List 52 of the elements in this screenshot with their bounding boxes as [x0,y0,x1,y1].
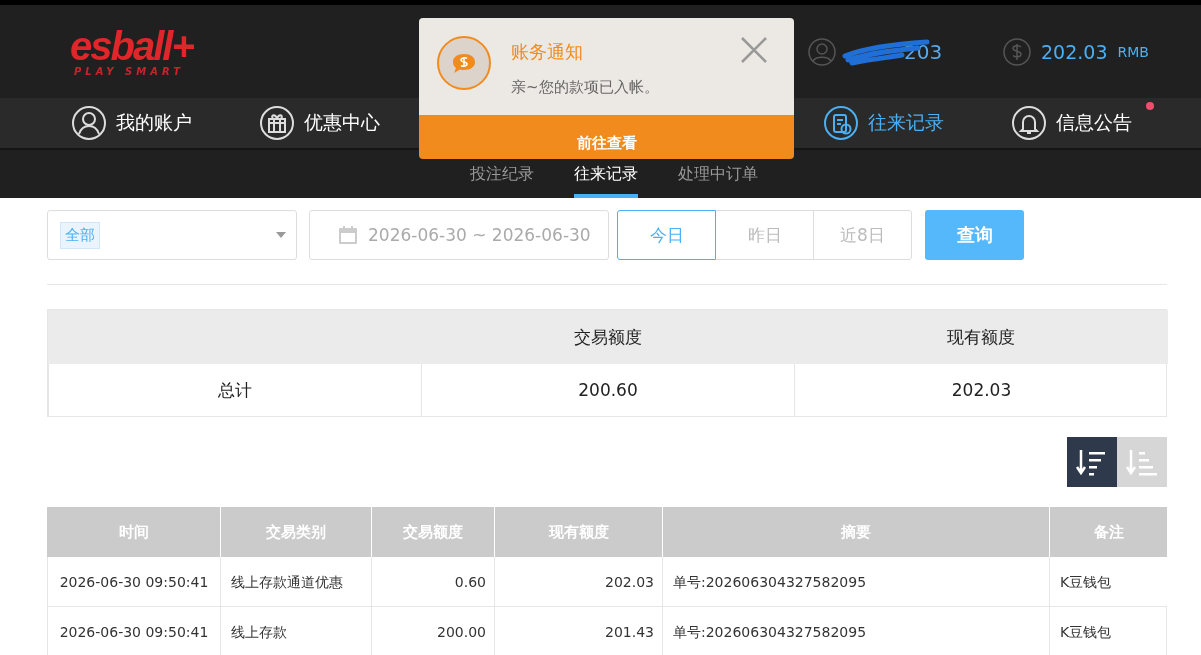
query-button[interactable]: 查询 [925,210,1024,260]
bell-icon [1012,106,1046,140]
nav-label: 往来记录 [868,110,944,135]
nav-item[interactable]: 优惠中心 [260,106,390,140]
nav-item[interactable]: 往来记录 [824,106,954,140]
date-range-value: 2026-06-30 ~ 2026-06-30 [368,225,591,245]
range-button[interactable]: 今日 [617,210,716,260]
nav-label: 优惠中心 [304,110,380,135]
nav-item[interactable]: 我的账户 [72,106,202,140]
logo-name: esball+ [70,26,195,66]
calendar-icon [338,225,358,245]
dollar-icon [1003,37,1031,66]
table-cell: 线上存款通道优惠 [220,557,371,607]
table-cell: 单号:202606304327582095 [662,557,1049,607]
balance-amount: 202.03 [1041,40,1108,63]
sort-descending-button[interactable] [1067,437,1117,487]
gift-icon [260,106,294,140]
range-button[interactable]: 昨日 [715,210,814,260]
nav-item[interactable]: 信息公告 [1012,106,1142,140]
user-icon [808,37,836,66]
type-select[interactable]: 全部 [47,210,297,260]
table-cell: 202.03 [794,364,1168,416]
notification-title: 账务通知 [511,40,584,64]
table-cell: K豆钱包 [1049,607,1167,655]
sort-ascending-icon [1125,447,1159,477]
table-cell: 2026-06-30 09:50:41 [47,557,220,607]
range-button[interactable]: 近8日 [813,210,912,260]
table-cell: 201.43 [494,607,662,655]
nav-label: 我的账户 [116,110,192,135]
nav-label: 信息公告 [1056,110,1132,135]
caret-icon [276,232,286,238]
notification-message: 亲~您的款项已入帐。 [511,78,659,97]
close-button[interactable] [740,36,768,64]
table-cell: 200.00 [371,607,494,655]
table-cell: K豆钱包 [1049,557,1167,607]
column-header: 交易额度 [421,310,794,364]
date-range-field[interactable]: 2026-06-30 ~ 2026-06-30 [309,210,609,260]
table-cell: 线上存款 [220,607,371,655]
logo-tagline: PLAY SMART [74,66,185,77]
column-header: 现有额度 [794,310,1168,364]
user-icon [72,106,106,140]
table-cell: 202.03 [494,557,662,607]
table-cell: 单号:202606304327582095 [662,607,1049,655]
clipboard-clock-icon [824,106,858,140]
view-button[interactable]: 前往查看 [419,115,794,159]
currency: RMB [1117,43,1149,60]
chat-dollar-icon [437,36,491,90]
table-cell: 2026-06-30 09:50:41 [47,607,220,655]
selected-tag: 全部 [60,221,100,249]
table-cell: 总计 [48,364,421,416]
table-cell: 0.60 [371,557,494,607]
table-cell: 200.60 [421,364,794,416]
